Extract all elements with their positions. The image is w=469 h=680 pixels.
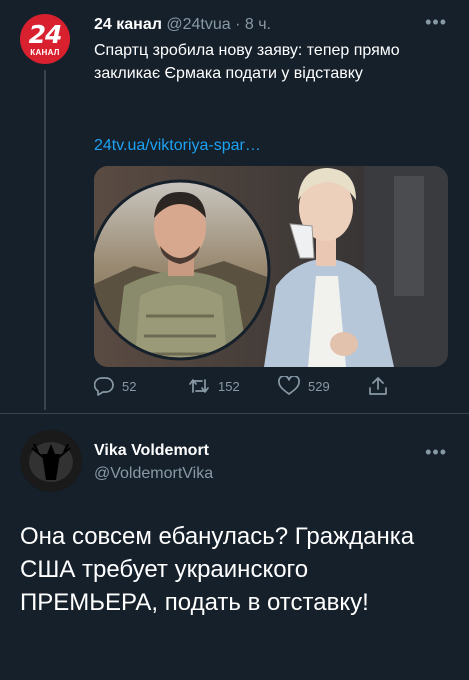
- author-handle[interactable]: @VoldemortVika: [94, 465, 213, 483]
- retweet-icon: [189, 379, 209, 393]
- tweet-link[interactable]: 24tv.ua/viktoriya-spar…: [94, 137, 261, 155]
- header-separator: ·: [235, 16, 241, 33]
- author-avatar-24kanal[interactable]: 24 КАНАЛ: [20, 14, 70, 64]
- share-icon: [369, 377, 387, 395]
- reply-icon: [94, 377, 114, 396]
- tweet-media-image[interactable]: [94, 166, 448, 367]
- tweet-text: Спартц зробила нову заяву: тепер прямо з…: [94, 42, 400, 82]
- thread-connector-line: [44, 70, 46, 410]
- author-avatar-vika[interactable]: [20, 430, 82, 492]
- author-name[interactable]: Vika Voldemort: [94, 442, 209, 460]
- tweet-text: Она совсем ебанулась? Гражданка США треб…: [20, 523, 415, 616]
- heart-icon: [278, 376, 300, 395]
- tweet-actions-bar: 52 152 529: [94, 376, 454, 400]
- retweet-button[interactable]: 152: [188, 376, 240, 396]
- like-button[interactable]: 529: [278, 376, 330, 396]
- reply-button[interactable]: 52: [94, 376, 136, 396]
- tweet-main[interactable]: Vika Voldemort @VoldemortVika ••• Она со…: [0, 414, 469, 680]
- avatar-silhouette: [20, 430, 82, 492]
- author-handle[interactable]: @24tvua: [166, 16, 230, 33]
- tweet-parent[interactable]: 24 КАНАЛ 24 канал @24tvua · 8 ч. ••• Спа…: [0, 0, 469, 412]
- like-count: 529: [308, 378, 330, 394]
- share-button[interactable]: [368, 376, 396, 396]
- avatar-logo-label: КАНАЛ: [30, 48, 60, 57]
- more-dots-icon[interactable]: •••: [425, 12, 447, 33]
- media-photo: [94, 166, 448, 367]
- retweet-count: 152: [218, 378, 240, 394]
- author-name[interactable]: 24 канал: [94, 16, 162, 33]
- reply-count: 52: [122, 378, 137, 394]
- avatar-logo-number: 24: [28, 20, 63, 49]
- tweet-timestamp[interactable]: 8 ч.: [245, 16, 271, 33]
- tweet-header: 24 канал @24tvua · 8 ч.: [94, 16, 271, 34]
- more-dots-icon[interactable]: •••: [425, 442, 447, 463]
